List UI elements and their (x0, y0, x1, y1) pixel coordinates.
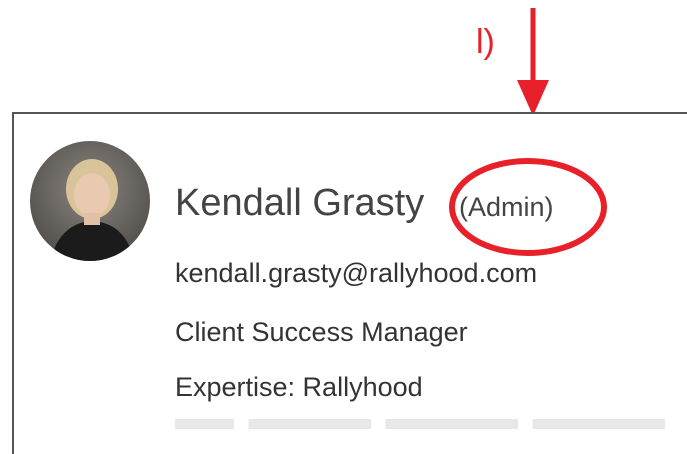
highlight-circle-annotation (449, 158, 607, 256)
arrow-down-icon (517, 8, 549, 116)
user-job-title: Client Success Manager (175, 317, 468, 347)
annotation-label: l) (476, 23, 495, 61)
user-photo-icon (30, 141, 150, 261)
avatar[interactable] (30, 141, 150, 261)
user-name: Kendall Grasty (175, 182, 425, 224)
truncated-text-row (175, 419, 665, 429)
user-expertise: Expertise: Rallyhood (175, 372, 423, 402)
user-email[interactable]: kendall.grasty@rallyhood.com (175, 255, 537, 291)
